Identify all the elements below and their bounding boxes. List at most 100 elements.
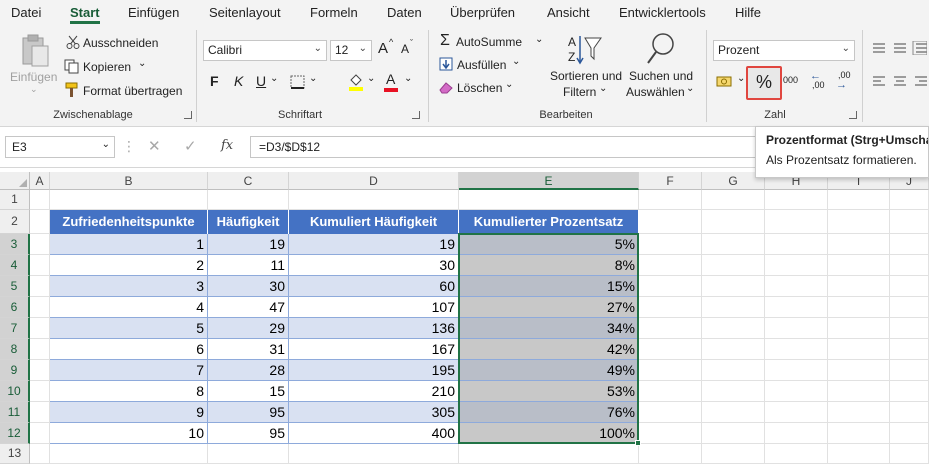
table-cell[interactable]: 9 <box>50 402 208 423</box>
table-cell[interactable]: 210 <box>289 381 459 402</box>
number-format-select[interactable]: Prozent ⌄ <box>713 40 855 61</box>
table-cell[interactable]: 95 <box>208 423 289 444</box>
number-launcher-icon[interactable] <box>849 111 857 119</box>
currency-dropdown-icon[interactable]: ⌄ <box>737 73 745 84</box>
shrink-font-button[interactable]: A <box>401 42 409 56</box>
table-cell[interactable]: 8% <box>459 255 639 276</box>
tab-datei[interactable]: Datei <box>11 5 41 20</box>
percent-style-button[interactable]: % <box>746 66 782 100</box>
border-icon[interactable] <box>290 75 306 89</box>
copy-dropdown-icon[interactable]: ⌄ <box>138 58 146 69</box>
currency-icon[interactable] <box>716 75 734 89</box>
table-cell[interactable]: 31 <box>208 339 289 360</box>
table-cell[interactable]: 3 <box>50 276 208 297</box>
thousands-separator-button[interactable]: 000 <box>783 75 798 85</box>
align-horizontal-icons[interactable] <box>872 74 927 88</box>
table-cell[interactable]: 107 <box>289 297 459 318</box>
table-cell[interactable]: 19 <box>289 234 459 255</box>
table-header-cell[interactable]: Kumuliert Häufigkeit <box>289 210 459 234</box>
font-launcher-icon[interactable] <box>412 111 420 119</box>
column-header-d[interactable]: D <box>289 172 459 190</box>
align-top-icons[interactable] <box>872 41 927 55</box>
row-header-4[interactable]: 4 <box>0 255 30 276</box>
font-size-select[interactable]: 12 ⌄ <box>330 40 372 61</box>
table-cell[interactable]: 1 <box>50 234 208 255</box>
border-dropdown-icon[interactable]: ⌄ <box>309 73 317 84</box>
enter-icon[interactable]: ✓ <box>184 137 197 155</box>
underline-dropdown-icon[interactable]: ⌄ <box>270 73 278 84</box>
table-cell[interactable]: 10 <box>50 423 208 444</box>
font-color-dropdown-icon[interactable]: ⌄ <box>404 73 412 84</box>
table-cell[interactable]: 7 <box>50 360 208 381</box>
fill-color-dropdown-icon[interactable]: ⌄ <box>367 73 375 84</box>
tab-einfuegen[interactable]: Einfügen <box>128 5 179 20</box>
table-cell[interactable]: 5% <box>459 234 639 255</box>
table-cell[interactable]: 4 <box>50 297 208 318</box>
clipboard-launcher-icon[interactable] <box>184 111 192 119</box>
row-header-1[interactable]: 1 <box>0 190 30 210</box>
cut-button[interactable]: Ausschneiden <box>83 36 158 50</box>
bold-button[interactable]: F <box>210 73 219 89</box>
table-cell[interactable]: 6 <box>50 339 208 360</box>
table-cell[interactable]: 195 <box>289 360 459 381</box>
tab-hilfe[interactable]: Hilfe <box>735 5 761 20</box>
row-header-12[interactable]: 12 <box>0 423 30 444</box>
clear-button[interactable]: Löschen <box>457 81 502 95</box>
name-box[interactable]: E3 ⌄ <box>5 136 115 158</box>
table-header-cell[interactable]: Kumulierter Prozentsatz <box>459 210 639 234</box>
tab-formeln[interactable]: Formeln <box>310 5 358 20</box>
column-header-f[interactable]: F <box>639 172 702 190</box>
table-cell[interactable]: 29 <box>208 318 289 339</box>
format-painter-button[interactable]: Format übertragen <box>83 84 182 98</box>
row-header-11[interactable]: 11 <box>0 402 30 423</box>
table-cell[interactable]: 167 <box>289 339 459 360</box>
chevron-down-icon[interactable]: ⌄ <box>102 139 110 150</box>
table-cell[interactable]: 30 <box>289 255 459 276</box>
increase-decimal-button[interactable]: ,00 <box>812 80 825 90</box>
table-cell[interactable]: 100% <box>459 423 639 444</box>
row-header-7[interactable]: 7 <box>0 318 30 339</box>
table-cell[interactable]: 8 <box>50 381 208 402</box>
tab-ansicht[interactable]: Ansicht <box>547 5 590 20</box>
table-header-cell[interactable]: Zufriedenheitspunkte <box>50 210 208 234</box>
table-cell[interactable]: 5 <box>50 318 208 339</box>
tab-entwicklertools[interactable]: Entwicklertools <box>619 5 706 20</box>
row-header-9[interactable]: 9 <box>0 360 30 381</box>
cancel-icon[interactable]: ✕ <box>148 137 161 155</box>
table-cell[interactable]: 76% <box>459 402 639 423</box>
fill-handle[interactable] <box>635 440 641 446</box>
paste-button[interactable]: Einfügen <box>10 70 57 84</box>
font-name-select[interactable]: Calibri ⌄ <box>203 40 327 61</box>
table-cell[interactable]: 15% <box>459 276 639 297</box>
column-header-e[interactable]: E <box>459 172 639 190</box>
fill-button[interactable]: Ausfüllen <box>457 58 506 72</box>
table-cell[interactable]: 11 <box>208 255 289 276</box>
tab-ueberpruefen[interactable]: Überprüfen <box>450 5 515 20</box>
table-cell[interactable]: 136 <box>289 318 459 339</box>
table-cell[interactable]: 2 <box>50 255 208 276</box>
fill-dropdown-icon[interactable]: ⌄ <box>512 56 520 67</box>
autosum-dropdown-icon[interactable]: ⌄ <box>535 34 543 45</box>
fill-color-icon[interactable] <box>348 72 364 91</box>
table-cell[interactable]: 28 <box>208 360 289 381</box>
row-header-3[interactable]: 3 <box>0 234 30 255</box>
column-header-b[interactable]: B <box>50 172 208 190</box>
font-color-button[interactable]: A <box>386 71 395 87</box>
row-header-10[interactable]: 10 <box>0 381 30 402</box>
sort-filter-button[interactable]: Sortieren und <box>550 69 622 83</box>
row-header-2[interactable]: 2 <box>0 210 30 234</box>
tab-daten[interactable]: Daten <box>387 5 422 20</box>
row-header-8[interactable]: 8 <box>0 339 30 360</box>
table-cell[interactable]: 400 <box>289 423 459 444</box>
table-cell[interactable]: 60 <box>289 276 459 297</box>
table-cell[interactable]: 15 <box>208 381 289 402</box>
sort-filter-dropdown-icon[interactable]: ⌄ <box>599 83 607 94</box>
clear-dropdown-icon[interactable]: ⌄ <box>505 79 513 90</box>
tab-seitenlayout[interactable]: Seitenlayout <box>209 5 281 20</box>
insert-function-icon[interactable]: fx <box>221 138 233 153</box>
grow-font-button[interactable]: A <box>378 40 388 57</box>
table-cell[interactable]: 95 <box>208 402 289 423</box>
table-header-cell[interactable]: Häufigkeit <box>208 210 289 234</box>
tab-start[interactable]: Start <box>70 5 100 20</box>
row-header-5[interactable]: 5 <box>0 276 30 297</box>
